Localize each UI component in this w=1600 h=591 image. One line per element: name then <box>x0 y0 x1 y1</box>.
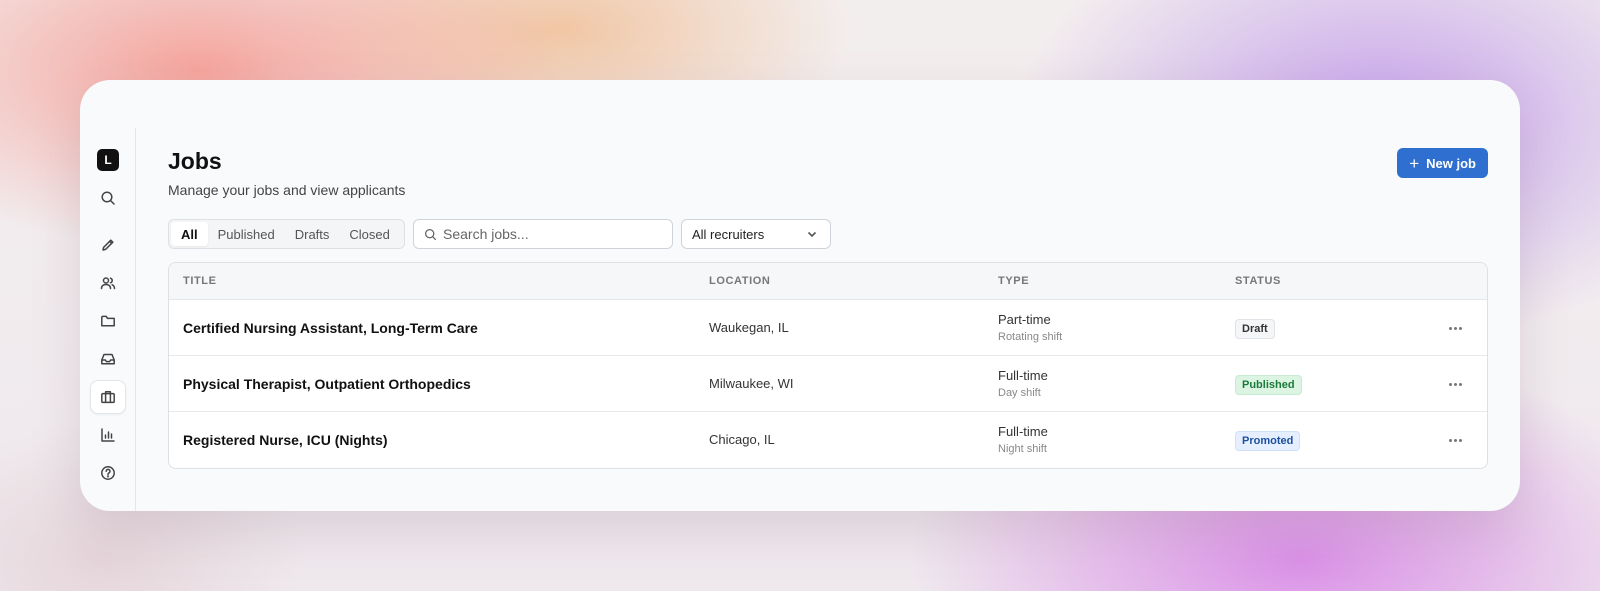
new-job-label: New job <box>1426 155 1476 171</box>
jobs-table: TITLE LOCATION TYPE STATUS Certified Nur… <box>168 262 1488 469</box>
sidebar-item-help[interactable] <box>90 456 126 490</box>
search-icon <box>424 228 437 240</box>
sidebar-item-edit[interactable] <box>90 228 126 262</box>
more-actions-button[interactable] <box>1445 319 1465 337</box>
search-icon <box>101 191 115 205</box>
tab-drafts[interactable]: Drafts <box>285 222 340 246</box>
search-box <box>413 219 673 249</box>
tab-closed[interactable]: Closed <box>339 222 399 246</box>
folder-icon <box>101 315 115 327</box>
app-logo[interactable]: L <box>97 149 119 171</box>
job-type: Full-time <box>998 368 1048 383</box>
column-header-status[interactable]: STATUS <box>1235 275 1281 287</box>
table-row[interactable]: Registered Nurse, ICU (Nights) Chicago, … <box>169 412 1487 468</box>
job-location: Waukegan, IL <box>709 320 789 335</box>
users-icon <box>100 277 116 290</box>
sidebar-item-inbox[interactable] <box>90 342 126 376</box>
sidebar-item-users[interactable] <box>90 266 126 300</box>
column-header-location[interactable]: LOCATION <box>709 275 770 287</box>
help-circle-icon <box>101 466 115 480</box>
table-row[interactable]: Physical Therapist, Outpatient Orthopedi… <box>169 356 1487 412</box>
page-subtitle: Manage your jobs and view applicants <box>168 182 406 198</box>
column-header-type[interactable]: TYPE <box>998 275 1029 287</box>
table-header: TITLE LOCATION TYPE STATUS <box>169 263 1487 300</box>
status-tabs: All Published Drafts Closed <box>168 219 405 249</box>
chevron-down-icon <box>807 231 817 238</box>
job-title[interactable]: Registered Nurse, ICU (Nights) <box>183 432 388 448</box>
status-badge: Draft <box>1235 319 1275 339</box>
tab-published[interactable]: Published <box>208 222 285 246</box>
inbox-icon <box>101 353 115 365</box>
status-badge: Promoted <box>1235 431 1301 451</box>
column-header-title[interactable]: TITLE <box>183 275 217 287</box>
page-title: Jobs <box>168 148 222 174</box>
job-shift: Day shift <box>998 387 1041 399</box>
recruiter-select-value: All recruiters <box>692 226 765 242</box>
pencil-icon <box>102 239 114 251</box>
job-shift: Rotating shift <box>998 331 1063 343</box>
sidebar-item-analytics[interactable] <box>90 418 126 452</box>
bar-chart-icon <box>101 428 115 442</box>
job-title[interactable]: Certified Nursing Assistant, Long-Term C… <box>183 320 478 336</box>
new-job-button[interactable]: + New job <box>1397 148 1488 178</box>
sidebar-item-jobs[interactable] <box>90 380 126 414</box>
search-input[interactable] <box>443 226 663 242</box>
briefcase-icon <box>101 391 115 404</box>
job-location: Milwaukee, WI <box>709 376 794 391</box>
job-type: Full-time <box>998 424 1048 439</box>
more-actions-button[interactable] <box>1445 375 1465 393</box>
more-actions-button[interactable] <box>1445 431 1465 449</box>
tab-all[interactable]: All <box>171 222 208 246</box>
sidebar-item-search[interactable] <box>90 181 126 215</box>
job-type: Part-time <box>998 312 1051 327</box>
job-location: Chicago, IL <box>709 432 775 447</box>
sidebar: L <box>80 128 136 511</box>
job-title[interactable]: Physical Therapist, Outpatient Orthopedi… <box>183 376 471 392</box>
recruiter-select[interactable]: All recruiters <box>681 219 831 249</box>
plus-icon: + <box>1409 153 1420 173</box>
table-row[interactable]: Certified Nursing Assistant, Long-Term C… <box>169 300 1487 356</box>
status-badge: Published <box>1235 375 1302 395</box>
job-shift: Night shift <box>998 443 1047 455</box>
app-window: L Jobs Manage your jobs and view applica… <box>80 80 1520 511</box>
sidebar-item-folder[interactable] <box>90 304 126 338</box>
